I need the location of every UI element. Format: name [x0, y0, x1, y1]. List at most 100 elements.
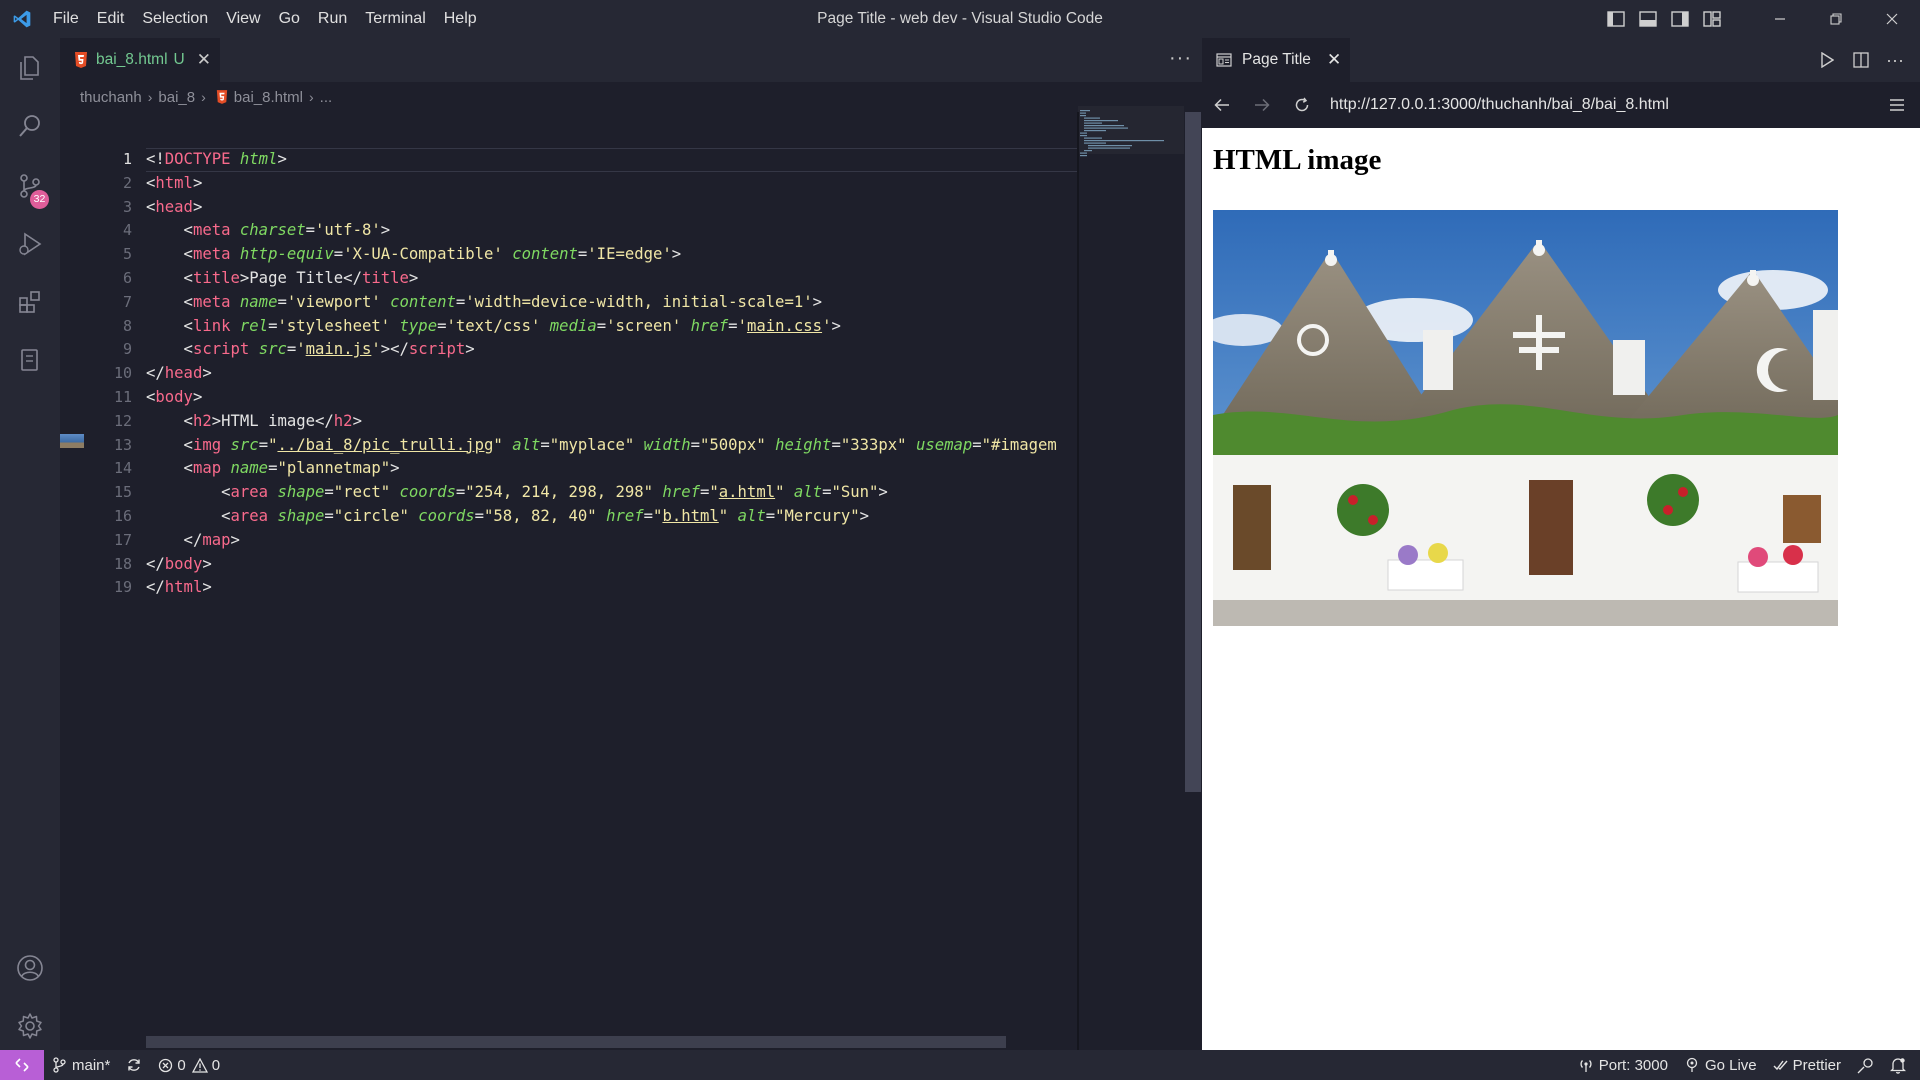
code-token: "Sun"	[831, 483, 879, 502]
close-window-icon[interactable]	[1864, 0, 1920, 38]
code-token: src	[258, 340, 287, 359]
code-token: </	[146, 530, 203, 549]
notifications-bell-icon[interactable]	[1882, 1050, 1914, 1080]
code-token: =	[699, 483, 710, 502]
menu-selection[interactable]: Selection	[133, 0, 217, 38]
branch-name: main*	[72, 1056, 111, 1074]
menu-file[interactable]: File	[44, 0, 88, 38]
code-token: =	[577, 245, 588, 264]
code-token: "	[775, 483, 785, 502]
code-token: >	[352, 411, 362, 430]
more-actions-icon[interactable]: ···	[1878, 38, 1912, 82]
code-token: >	[812, 292, 823, 311]
code-token: href	[662, 483, 700, 502]
menu-run[interactable]: Run	[309, 0, 356, 38]
trulli-image[interactable]	[1213, 210, 1838, 626]
menu-help[interactable]: Help	[435, 0, 486, 38]
editor-tab-bar: bai_8.html U ✕ ···	[60, 38, 1202, 82]
code-line: <html>	[146, 172, 1078, 196]
menu-go[interactable]: Go	[270, 0, 309, 38]
code-token: link	[192, 316, 231, 335]
menu-view[interactable]: View	[217, 0, 269, 38]
go-live-status[interactable]: Go Live	[1676, 1050, 1765, 1080]
line-number: 1	[122, 150, 132, 168]
feedback-icon[interactable]	[1849, 1050, 1882, 1080]
source-control-icon[interactable]: 32	[0, 158, 60, 214]
code-line: <meta name='viewport' content='width=dev…	[146, 291, 1078, 315]
restore-icon[interactable]	[1808, 0, 1864, 38]
back-arrow-icon[interactable]	[1202, 82, 1242, 128]
customize-layout-icon[interactable]	[1696, 0, 1728, 38]
editor-tab-bai-8-html[interactable]: bai_8.html U ✕	[60, 38, 220, 82]
browser-tab[interactable]: Page Title ✕	[1202, 38, 1350, 82]
code-line: <body>	[146, 386, 1078, 410]
prettier-status[interactable]: Prettier	[1765, 1050, 1849, 1080]
explorer-icon[interactable]	[0, 40, 60, 96]
code-token: meta	[192, 245, 231, 264]
code-token: "rect"	[333, 483, 391, 502]
code-token: http-equiv	[239, 245, 334, 264]
toggle-secondary-sidebar-icon[interactable]	[1664, 0, 1696, 38]
breadcrumb-thuchanh[interactable]: thuchanh	[80, 89, 142, 106]
port-status[interactable]: Port: 3000	[1570, 1050, 1676, 1080]
menu-terminal[interactable]: Terminal	[356, 0, 434, 38]
browser-nav-bar	[1202, 82, 1920, 128]
code-token: 'IE=edge'	[587, 245, 672, 264]
html5-file-icon	[74, 52, 88, 68]
menu-edit[interactable]: Edit	[88, 0, 134, 38]
line-number: 18	[113, 554, 132, 573]
code-token: <	[146, 245, 193, 264]
minimap[interactable]	[1078, 106, 1192, 166]
code-token: <	[146, 483, 231, 502]
code-token: =	[277, 292, 287, 311]
vscode-logo-icon	[0, 0, 44, 38]
search-icon[interactable]	[0, 98, 60, 154]
close-tab-icon[interactable]: ✕	[197, 50, 211, 70]
problems-status[interactable]: 0 0	[150, 1050, 228, 1080]
remote-indicator-icon[interactable]	[0, 1050, 44, 1080]
code-token: <	[146, 340, 193, 359]
minimize-icon[interactable]	[1752, 0, 1808, 38]
code-token: media	[549, 316, 597, 335]
forward-arrow-icon[interactable]	[1242, 82, 1282, 128]
breadcrumb-file[interactable]: bai_8.html	[234, 89, 303, 106]
run-debug-icon[interactable]	[0, 216, 60, 272]
hamburger-menu-icon[interactable]	[1880, 82, 1914, 128]
line-number: 5	[122, 245, 132, 264]
run-icon[interactable]	[1810, 38, 1844, 82]
split-editor-icon[interactable]	[1844, 38, 1878, 82]
close-tab-icon[interactable]: ✕	[1327, 50, 1341, 70]
manage-gear-icon[interactable]	[0, 998, 60, 1054]
code-token: meta	[192, 292, 231, 311]
code-token: >	[202, 364, 212, 383]
breadcrumb-bai-8[interactable]: bai_8	[158, 89, 195, 106]
remote-explorer-icon[interactable]	[0, 332, 60, 388]
line-number: 14	[113, 459, 132, 478]
url-input[interactable]	[1330, 90, 1890, 120]
vertical-scrollbar[interactable]	[1185, 112, 1201, 792]
more-actions-icon[interactable]: ···	[1169, 38, 1192, 82]
code-token: shape	[277, 506, 325, 525]
account-icon[interactable]	[0, 940, 60, 996]
toggle-panel-icon[interactable]	[1632, 0, 1664, 38]
horizontal-scrollbar[interactable]	[146, 1036, 1006, 1048]
broadcast-icon	[1578, 1057, 1594, 1073]
sync-icon[interactable]	[118, 1050, 150, 1080]
code-line: </html>	[146, 576, 1078, 600]
branch-status[interactable]: main*	[44, 1050, 118, 1080]
line-number: 3	[122, 197, 132, 216]
toggle-primary-sidebar-icon[interactable]	[1600, 0, 1632, 38]
preview-icon	[1216, 53, 1232, 67]
code-token: width	[643, 435, 691, 454]
code-line: <head>	[146, 196, 1078, 220]
code-area[interactable]: <!DOCTYPE html> <html> <head> <meta charse…	[146, 148, 1078, 600]
extensions-icon[interactable]	[0, 274, 60, 330]
code-token: </	[146, 364, 165, 383]
breadcrumb-symbols[interactable]: ...	[320, 89, 333, 106]
code-token: coords	[399, 483, 456, 502]
reload-icon[interactable]	[1282, 82, 1322, 128]
